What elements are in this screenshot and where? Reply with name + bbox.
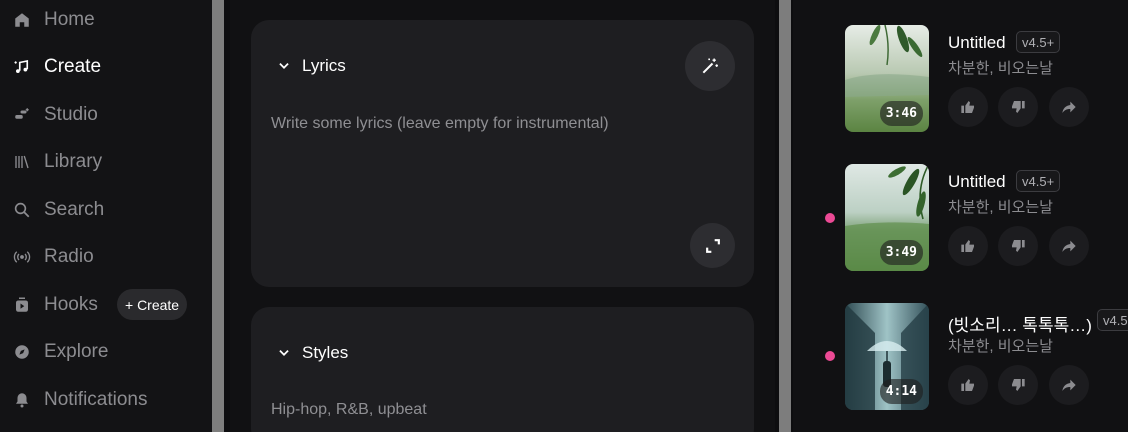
thumbs-up-icon [961, 101, 974, 113]
sidebar: Home Create Studio Library Search Radio … [0, 0, 212, 432]
home-icon [12, 10, 32, 30]
dislike-button[interactable] [998, 87, 1038, 127]
lyrics-input[interactable]: Write some lyrics (leave empty for instr… [271, 115, 609, 133]
song-cover[interactable]: 4:14 [845, 303, 929, 410]
sidebar-item-label: Studio [44, 104, 98, 125]
sidebar-item-label: Search [44, 199, 105, 220]
hooks-icon [12, 295, 32, 315]
sidebar-item-hooks[interactable]: Hooks [12, 289, 98, 321]
sidebar-item-search[interactable]: Search [12, 194, 104, 226]
chevron-down-icon [279, 63, 289, 69]
dislike-button[interactable] [998, 365, 1038, 405]
unread-dot [825, 213, 835, 223]
sidebar-item-explore[interactable]: Explore [12, 336, 108, 368]
expand-button[interactable] [690, 223, 735, 268]
share-icon [1062, 240, 1076, 252]
song-title[interactable]: Untitled [948, 172, 1006, 192]
panel-divider[interactable] [779, 0, 791, 432]
share-button[interactable] [1049, 365, 1089, 405]
styles-card: Styles Hip-hop, R&B, upbeat [251, 307, 754, 432]
song-tags: 차분한, 비오는날 [948, 60, 1053, 77]
sidebar-item-studio[interactable]: Studio [12, 99, 98, 131]
sidebar-item-notifications[interactable]: Notifications [12, 384, 148, 416]
styles-toggle[interactable]: Styles [277, 343, 348, 363]
expand-icon [705, 238, 720, 253]
list-item[interactable]: 3:46 Untitled v4.5+ 차분한, 비오는날 [793, 25, 1128, 135]
dislike-button[interactable] [998, 226, 1038, 266]
thumbs-down-icon [1012, 240, 1025, 252]
sidebar-item-create[interactable]: Create [12, 51, 101, 83]
sidebar-item-label: Hooks [44, 294, 98, 315]
like-button[interactable] [948, 226, 988, 266]
studio-icon [12, 105, 32, 125]
magic-wand-icon [702, 58, 718, 74]
compass-icon [12, 342, 32, 362]
song-tags: 차분한, 비오는날 [948, 199, 1053, 216]
unread-dot [825, 351, 835, 361]
song-list: 3:46 Untitled v4.5+ 차분한, 비오는날 3:49 Untit… [793, 0, 1128, 432]
sidebar-item-label: Notifications [44, 389, 148, 410]
like-button[interactable] [948, 365, 988, 405]
thumbs-up-icon [961, 379, 974, 391]
like-button[interactable] [948, 87, 988, 127]
chevron-down-icon [279, 350, 289, 356]
lyrics-card: Lyrics Write some lyrics (leave empty fo… [251, 20, 754, 287]
sidebar-item-home[interactable]: Home [12, 4, 95, 36]
thumbs-up-icon [961, 240, 974, 252]
radio-icon [12, 247, 32, 267]
version-badge: v4.5+ [1016, 31, 1061, 53]
version-badge: v4.5+ [1016, 170, 1061, 192]
share-icon [1062, 379, 1076, 391]
sidebar-item-label: Explore [44, 341, 109, 362]
sidebar-item-label: Radio [44, 246, 94, 267]
duration-badge: 4:14 [879, 379, 923, 404]
sidebar-item-label: Home [44, 9, 95, 30]
song-cover[interactable]: 3:46 [845, 25, 929, 132]
song-cover[interactable]: 3:49 [845, 164, 929, 271]
search-icon [12, 200, 32, 220]
duration-badge: 3:46 [879, 101, 923, 126]
version-badge: v4.5+ [1097, 309, 1128, 331]
share-button[interactable] [1049, 226, 1089, 266]
styles-label: Styles [302, 343, 349, 362]
sidebar-item-label: Library [44, 151, 103, 172]
create-panel: Lyrics Write some lyrics (leave empty fo… [230, 0, 775, 432]
thumbs-down-icon [1012, 379, 1025, 391]
library-icon [12, 152, 32, 172]
lyrics-label: Lyrics [302, 56, 346, 75]
list-item[interactable]: 3:49 Untitled v4.5+ 차분한, 비오는날 [793, 164, 1128, 274]
song-tags: 차분한, 비오는날 [948, 338, 1053, 355]
magic-wand-button[interactable] [685, 41, 735, 91]
styles-input[interactable]: Hip-hop, R&B, upbeat [271, 401, 427, 419]
music-note-icon [12, 57, 32, 77]
thumbs-down-icon [1012, 101, 1025, 113]
list-item[interactable]: 4:14 (빗소리… 톡톡톡…) v4.5+ 차분한, 비오는날 [793, 303, 1128, 413]
song-title[interactable]: Untitled [948, 33, 1006, 53]
sidebar-item-label: Create [44, 56, 102, 77]
bell-icon [12, 390, 32, 410]
sidebar-item-radio[interactable]: Radio [12, 241, 94, 273]
lyrics-toggle[interactable]: Lyrics [277, 56, 346, 76]
panel-divider[interactable] [212, 0, 224, 432]
share-button[interactable] [1049, 87, 1089, 127]
song-title[interactable]: (빗소리… 톡톡톡…) [948, 311, 1092, 336]
hooks-create-button[interactable]: + Create [117, 289, 188, 320]
share-icon [1062, 101, 1076, 113]
duration-badge: 3:49 [879, 240, 923, 265]
sidebar-item-library[interactable]: Library [12, 146, 102, 178]
